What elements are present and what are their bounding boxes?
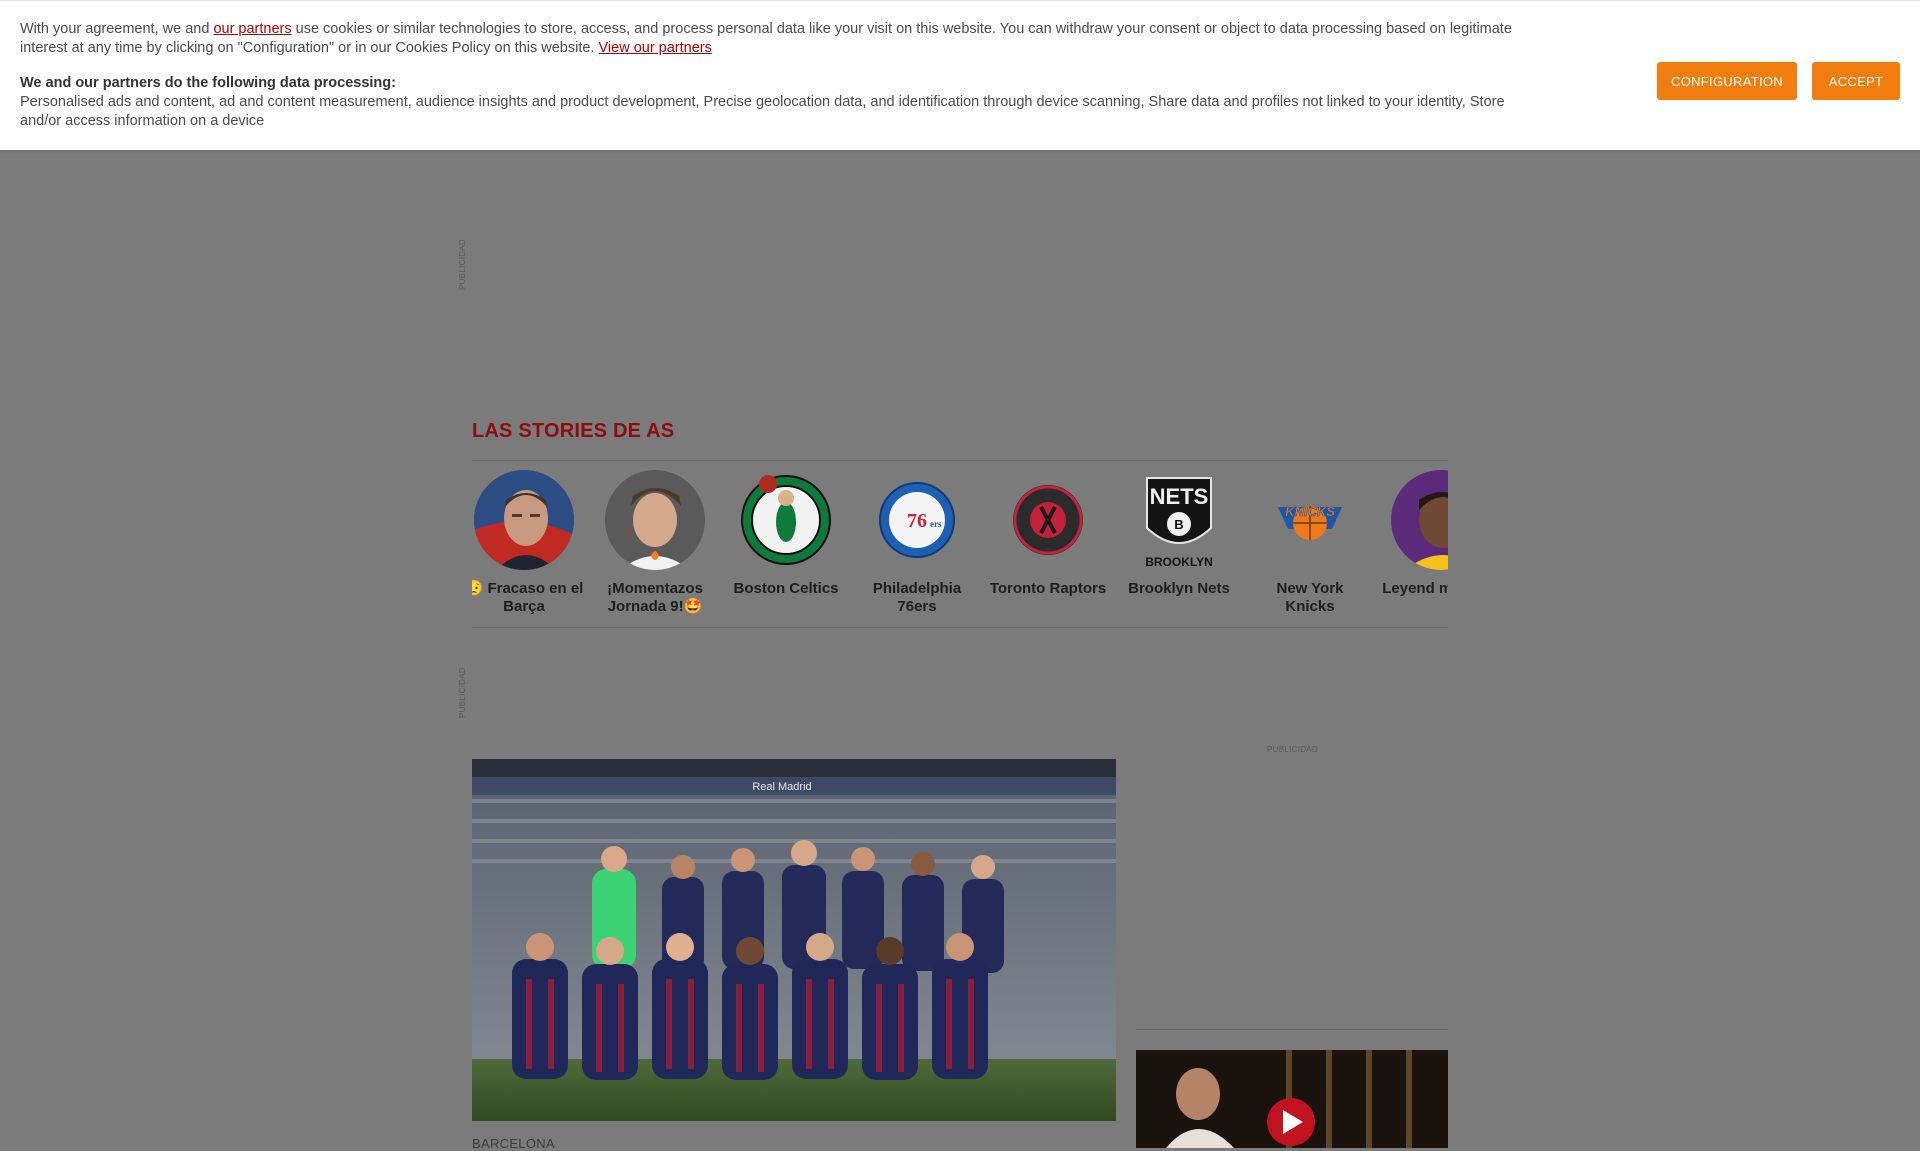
- stories-carousel[interactable]: 😥 Fracaso en el Barça ¡Momentazos Jornad…: [472, 470, 1448, 630]
- svg-text:NETS: NETS: [1150, 484, 1209, 509]
- story-label: New York Knicks: [1276, 580, 1344, 615]
- nets-logo-icon: NETS B BROOKLYN: [1129, 470, 1229, 570]
- sidebar-divider: [1136, 1029, 1448, 1030]
- raptors-logo-icon: [998, 470, 1098, 570]
- story-item[interactable]: 😥 Fracaso en el Barça: [472, 470, 584, 616]
- celtics-logo-icon: [736, 470, 836, 570]
- svg-text:ers: ers: [930, 519, 942, 529]
- story-item[interactable]: 76 ers Philadelphia 76ers: [857, 470, 977, 616]
- ad-label-middle: PUBLICIDAD: [458, 666, 467, 718]
- processing-text: Personalised ads and content, ad and con…: [20, 94, 1505, 129]
- svg-text:76: 76: [907, 510, 927, 532]
- story-item[interactable]: ¡Momentazos Jornada 9!🤩: [595, 470, 715, 616]
- stories-top-divider: [472, 460, 1448, 461]
- story-label: 😥 Fracaso en el Barça: [472, 580, 584, 615]
- story-label: Leyend mate a L: [1382, 580, 1448, 597]
- ad-label-side: PUBLICIDAD: [1267, 745, 1319, 754]
- story-avatar: [1391, 470, 1448, 570]
- story-item[interactable]: Boston Celtics: [726, 470, 846, 598]
- configuration-button[interactable]: CONFIGURATION: [1657, 62, 1797, 100]
- story-item[interactable]: Leyend mate a L: [1381, 470, 1448, 598]
- stories-bottom-divider: [472, 627, 1448, 628]
- video-thumbnail[interactable]: [1136, 1050, 1448, 1148]
- svg-text:BROOKLYN: BROOKLYN: [1145, 555, 1213, 568]
- stories-title: LAS STORIES DE AS: [472, 420, 675, 442]
- our-partners-link[interactable]: our partners: [213, 21, 291, 37]
- story-item[interactable]: Toronto Raptors: [988, 470, 1108, 598]
- story-label: Philadelphia 76ers: [872, 580, 962, 615]
- ad-label-top: PUBLICIDAD: [458, 238, 467, 290]
- view-partners-link[interactable]: View our partners: [599, 40, 712, 56]
- article-category[interactable]: BARCELONA: [472, 1136, 555, 1151]
- processing-title: We and our partners do the following dat…: [20, 75, 396, 91]
- svg-text:KNICKS: KNICKS: [1285, 504, 1335, 519]
- story-label: Boston Celtics: [733, 580, 839, 597]
- story-item[interactable]: NETS B BROOKLYN Brooklyn Nets: [1119, 470, 1239, 598]
- story-label: ¡Momentazos Jornada 9!🤩: [607, 580, 703, 615]
- accept-button[interactable]: ACCEPT: [1812, 62, 1900, 100]
- story-avatar: [474, 470, 574, 570]
- story-label: Toronto Raptors: [989, 580, 1107, 597]
- cookie-intro-prefix: With your agreement, we and: [20, 21, 214, 37]
- story-avatar: [605, 470, 705, 570]
- cookie-consent-text: With your agreement, we and our partners…: [20, 20, 1530, 131]
- stadium-sign: Real Madrid: [752, 781, 811, 793]
- story-item[interactable]: KNICKS New York Knicks: [1250, 470, 1370, 616]
- 76ers-logo-icon: 76 ers: [867, 470, 967, 570]
- play-icon[interactable]: [1267, 1098, 1315, 1146]
- story-label: Brooklyn Nets: [1128, 580, 1230, 597]
- svg-text:B: B: [1174, 517, 1183, 532]
- main-article-image[interactable]: Real Madrid: [472, 759, 1116, 1121]
- cookie-consent-banner: With your agreement, we and our partners…: [0, 0, 1920, 150]
- knicks-logo-icon: KNICKS: [1260, 470, 1360, 570]
